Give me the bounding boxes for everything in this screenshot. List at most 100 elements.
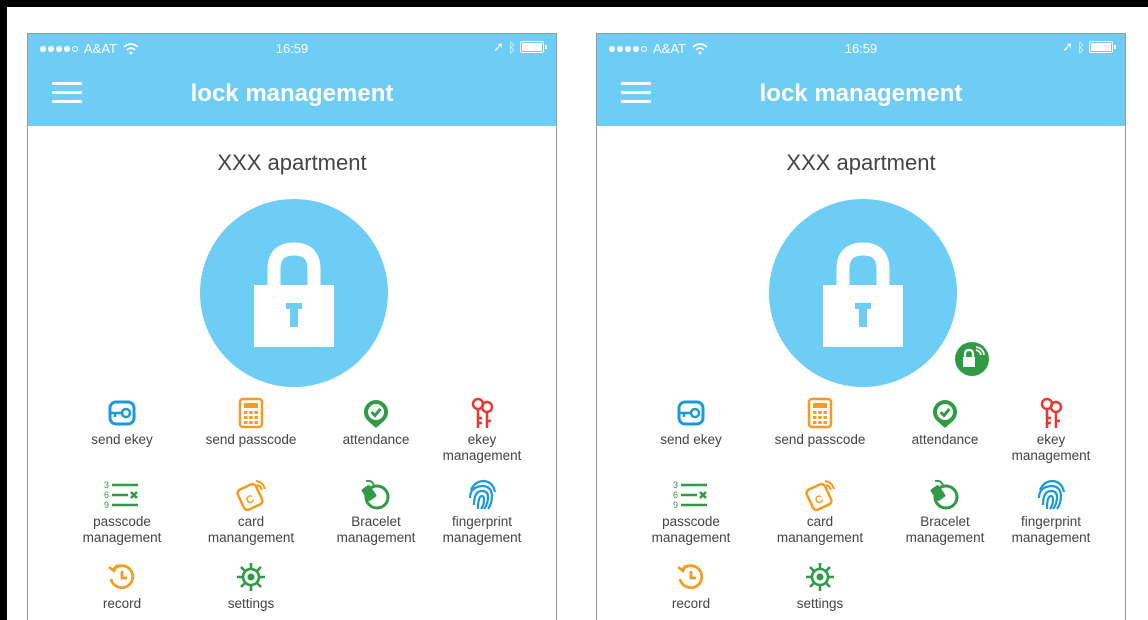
settings-label: settings (796, 596, 844, 611)
passcode-management-label-2: management (651, 530, 731, 545)
keys-icon (1040, 397, 1063, 428)
send-passcode-label: send passcode (774, 432, 866, 447)
unlock-button[interactable] (200, 199, 388, 387)
padlock-icon (823, 242, 903, 347)
apartment-name: XXX apartment (217, 150, 367, 175)
attendance-label: attendance (342, 432, 410, 447)
bracelet-management-label-2: management (336, 530, 416, 545)
lock-wireless-icon (963, 346, 985, 367)
status-time: 16:59 (275, 41, 309, 56)
svg-text:9: 9 (673, 500, 678, 510)
page-title: lock management (759, 80, 963, 107)
bracelet-management-button[interactable]: Bracelet management (316, 478, 436, 546)
send-ekey-button[interactable]: send ekey (62, 396, 182, 448)
battery-icon (520, 41, 547, 53)
status-bar: A&AT 16:59 ➚ ᛒ (28, 34, 556, 66)
passcode-management-label-1: passcode (662, 514, 720, 529)
ekey-management-button[interactable]: ekey management (991, 396, 1111, 464)
send-ekey-button[interactable]: send ekey (631, 396, 751, 448)
fingerprint-management-button[interactable]: fingerprint management (991, 478, 1111, 546)
settings-button[interactable]: settings (191, 560, 311, 612)
check-pin-icon (933, 400, 957, 428)
history-icon (108, 564, 135, 589)
remote-unlock-badge[interactable] (955, 342, 989, 376)
gear-icon (237, 563, 265, 591)
ekey-management-label-1: ekey (467, 432, 497, 447)
ekey-management-label-2: management (442, 448, 522, 463)
passcode-list-icon: 369 (673, 480, 707, 510)
bracelet-management-button[interactable]: Bracelet management (885, 478, 1005, 546)
svg-text:3: 3 (673, 480, 678, 490)
attendance-button[interactable]: attendance (316, 396, 436, 448)
title-bar: lock management (28, 66, 556, 126)
svg-text:6: 6 (673, 490, 678, 500)
card-management-label-1: card (237, 514, 265, 529)
ekey-management-label-1: ekey (1036, 432, 1066, 447)
bracelet-icon (930, 479, 959, 510)
padlock-icon (254, 242, 334, 347)
battery-icon (1089, 41, 1116, 53)
attendance-button[interactable]: attendance (885, 396, 1005, 448)
send-passcode-button[interactable]: send passcode (760, 396, 880, 448)
svg-text:C: C (244, 493, 256, 507)
svg-text:9: 9 (104, 500, 109, 510)
unlock-button[interactable] (769, 199, 957, 387)
fingerprint-icon (1037, 479, 1066, 510)
svg-text:C: C (813, 493, 825, 507)
card-management-label-2: manangement (207, 530, 295, 545)
bracelet-management-label-1: Bracelet (920, 514, 970, 529)
card-management-label-1: card (806, 514, 834, 529)
send-ekey-label: send ekey (91, 432, 153, 447)
page-title: lock management (190, 80, 394, 107)
passcode-management-label-1: passcode (93, 514, 151, 529)
record-button[interactable]: record (62, 560, 182, 612)
keypad-icon (238, 397, 264, 429)
passcode-list-icon: 369 (104, 480, 138, 510)
fingerprint-management-label-1: fingerprint (1020, 514, 1082, 529)
fingerprint-management-label-1: fingerprint (451, 514, 513, 529)
ekey-icon (108, 400, 136, 426)
status-right-icons: ➚ ᛒ (493, 39, 547, 55)
card-management-button[interactable]: C card manangement (760, 478, 880, 546)
send-passcode-label: send passcode (205, 432, 297, 447)
record-label: record (102, 596, 142, 611)
gear-icon (806, 563, 834, 591)
screenshot-frame: A&AT 16:59 ➚ ᛒ lock management XXX apart… (7, 7, 1148, 620)
app-header: A&AT 16:59 ➚ ᛒ lock management (28, 34, 556, 126)
card-management-label-2: manangement (776, 530, 864, 545)
phone-screen-left: A&AT 16:59 ➚ ᛒ lock management XXX apart… (27, 33, 557, 620)
status-time: 16:59 (844, 41, 878, 56)
card-management-button[interactable]: C card manangement (191, 478, 311, 546)
fingerprint-management-button[interactable]: fingerprint management (422, 478, 542, 546)
send-ekey-label: send ekey (660, 432, 722, 447)
record-label: record (671, 596, 711, 611)
passcode-management-button[interactable]: 369 passcode management (62, 478, 182, 546)
title-bar: lock management (597, 66, 1125, 126)
settings-label: settings (227, 596, 275, 611)
passcode-management-button[interactable]: 369 passcode management (631, 478, 751, 546)
status-bar: A&AT 16:59 ➚ ᛒ (597, 34, 1125, 66)
ekey-management-label-2: management (1011, 448, 1091, 463)
bluetooth-icon: ᛒ (1077, 39, 1085, 55)
passcode-management-label-2: management (82, 530, 162, 545)
bracelet-icon (361, 479, 390, 510)
bracelet-management-label-2: management (905, 530, 985, 545)
nfc-card-icon: C (236, 480, 266, 512)
nfc-card-icon: C (805, 480, 835, 512)
svg-text:6: 6 (104, 490, 109, 500)
keys-icon (471, 397, 494, 428)
fingerprint-management-label-2: management (442, 530, 522, 545)
ekey-icon (677, 400, 705, 426)
location-arrow-icon: ➚ (1062, 39, 1074, 54)
status-right-icons: ➚ ᛒ (1062, 39, 1116, 55)
send-passcode-button[interactable]: send passcode (191, 396, 311, 448)
fingerprint-icon (468, 479, 497, 510)
svg-text:3: 3 (104, 480, 109, 490)
fingerprint-management-label-2: management (1011, 530, 1091, 545)
ekey-management-button[interactable]: ekey management (422, 396, 542, 464)
settings-button[interactable]: settings (760, 560, 880, 612)
app-header: A&AT 16:59 ➚ ᛒ lock management (597, 34, 1125, 126)
check-pin-icon (364, 400, 388, 428)
record-button[interactable]: record (631, 560, 751, 612)
history-icon (677, 564, 704, 589)
